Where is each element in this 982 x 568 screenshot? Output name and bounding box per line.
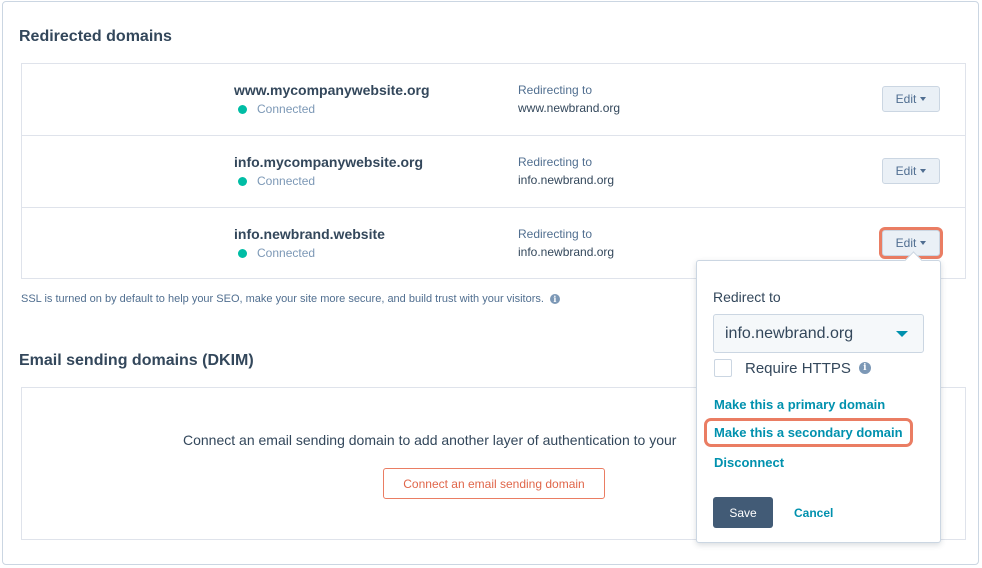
- require-https-label: Require HTTPS: [745, 359, 851, 377]
- redirected-domains-heading: Redirected domains: [19, 28, 172, 45]
- status-label: Connected: [257, 102, 316, 116]
- ssl-note-text: SSL is turned on by default to help your…: [21, 293, 544, 305]
- info-icon[interactable]: i: [549, 294, 560, 304]
- edit-button[interactable]: Edit: [882, 158, 940, 184]
- make-secondary-domain-link[interactable]: Make this a secondary domain: [707, 421, 910, 444]
- selected-redirect-value: info.newbrand.org: [725, 324, 854, 342]
- edit-domain-popover: Redirect to info.newbrand.org Require HT…: [696, 251, 941, 543]
- connected-status-icon: [238, 248, 247, 258]
- cancel-button[interactable]: Cancel: [794, 506, 833, 520]
- make-primary-domain-link[interactable]: Make this a primary domain: [714, 397, 885, 412]
- redirected-domains-table: www.mycompanywebsite.org Connected Redir…: [21, 63, 966, 279]
- redirect-target-select[interactable]: info.newbrand.org: [713, 314, 924, 353]
- edit-label: Edit: [895, 164, 917, 178]
- connect-email-domain-button[interactable]: Connect an email sending domain: [383, 468, 605, 499]
- redirect-to-label: Redirect to: [713, 289, 781, 305]
- status-badge: Connected: [238, 174, 315, 188]
- connected-status-icon: [238, 176, 247, 186]
- require-https-checkbox[interactable]: [714, 359, 732, 377]
- save-button[interactable]: Save: [713, 497, 773, 528]
- table-row: www.mycompanywebsite.org Connected Redir…: [22, 64, 965, 136]
- status-label: Connected: [257, 246, 316, 260]
- edit-label: Edit: [895, 236, 917, 250]
- domain-name: info.newbrand.website: [234, 226, 385, 242]
- status-badge: Connected: [238, 102, 315, 116]
- status-label: Connected: [257, 174, 316, 188]
- disconnect-link[interactable]: Disconnect: [714, 455, 784, 470]
- redirect-target: www.newbrand.org: [518, 101, 621, 115]
- require-https-option: Require HTTPS i: [714, 359, 871, 377]
- info-icon[interactable]: i: [858, 362, 871, 374]
- edit-label: Edit: [895, 92, 917, 106]
- domain-name: info.mycompanywebsite.org: [234, 154, 424, 170]
- caret-down-icon: [920, 241, 927, 245]
- connected-status-icon: [238, 104, 247, 114]
- redirect-label: Redirecting to: [518, 155, 593, 169]
- dropdown-arrow-icon: [896, 331, 908, 337]
- caret-down-icon: [920, 97, 927, 101]
- email-domains-message: Connect an email sending domain to add a…: [183, 432, 677, 448]
- email-domains-heading: Email sending domains (DKIM): [19, 352, 254, 369]
- redirect-target: info.newbrand.org: [518, 245, 615, 259]
- caret-down-icon: [920, 169, 927, 173]
- table-row: info.mycompanywebsite.org Connected Redi…: [22, 136, 965, 208]
- redirect-label: Redirecting to: [518, 83, 593, 97]
- edit-button[interactable]: Edit: [882, 86, 940, 112]
- redirect-label: Redirecting to: [518, 227, 593, 241]
- domain-name: www.mycompanywebsite.org: [234, 82, 430, 98]
- redirect-target: info.newbrand.org: [518, 173, 615, 187]
- ssl-note: SSL is turned on by default to help your…: [21, 293, 560, 305]
- status-badge: Connected: [238, 246, 315, 260]
- domains-panel: Redirected domains www.mycompanywebsite.…: [2, 1, 979, 565]
